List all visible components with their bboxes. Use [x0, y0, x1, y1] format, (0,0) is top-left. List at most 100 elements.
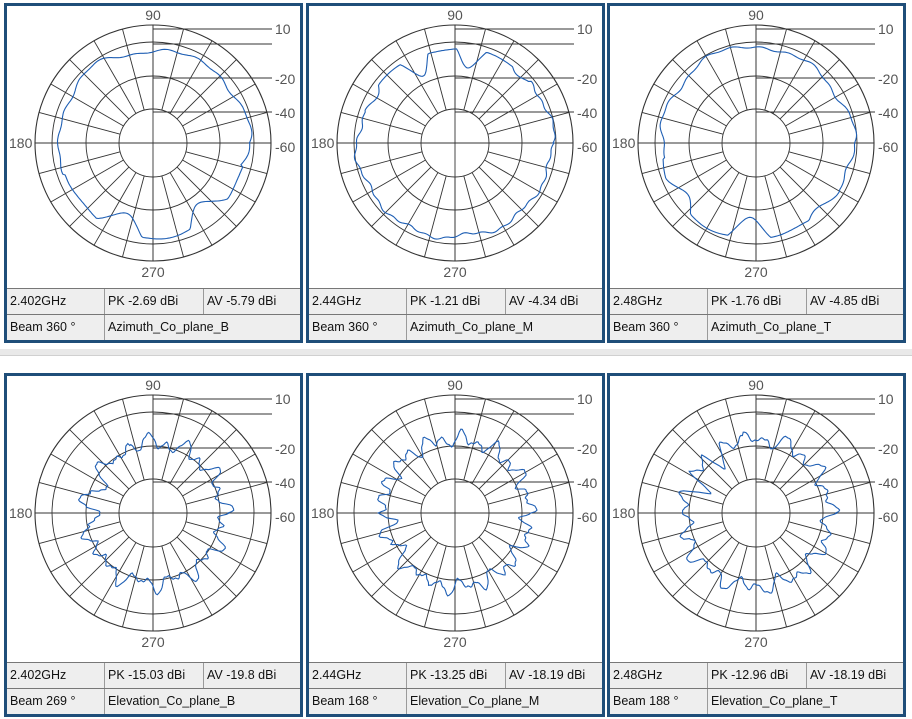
polar-plot: 10 -20 -40 -60 90 180 270 [309, 6, 602, 288]
polar-panel-azimuth-m: 10 -20 -40 -60 90 180 270 2.44GHz PK -1.21 dBi A… [306, 3, 605, 343]
grid-spoke [764, 398, 787, 481]
polar-plot: 10 -20 -40 -60 90 180 270 [610, 6, 903, 288]
info-table: 2.402GHz PK -2.69 dBi AV -5.79 dBi Beam 36… [7, 288, 300, 340]
grid-spoke [93, 172, 137, 246]
angle-label-180: 180 [9, 135, 33, 151]
grid-spoke [672, 536, 733, 597]
grid-spoke [487, 151, 570, 174]
grid-spoke [772, 172, 816, 246]
radial-label: -60 [878, 139, 898, 155]
angle-label-90: 90 [447, 377, 463, 393]
polar-plot: 10 -20 -40 -60 90 180 270 [7, 6, 300, 288]
average-gain-cell: AV -4.34 dBi [506, 289, 602, 314]
average-gain-cell: AV -18.19 dBi [506, 663, 602, 688]
radial-label: -20 [878, 71, 898, 87]
grid-spoke [176, 166, 237, 227]
grid-spoke [788, 482, 871, 505]
grid-spoke [352, 83, 426, 127]
grid-spoke [69, 536, 130, 597]
grid-spoke [161, 545, 184, 628]
average-gain-cell: AV -18.19 dBi [807, 663, 903, 688]
grid-spoke [352, 529, 426, 573]
grid-spoke [672, 166, 733, 227]
radial-label: -20 [275, 71, 295, 87]
grid-spoke [772, 410, 816, 484]
angle-label-180: 180 [612, 505, 636, 521]
polar-plot: 10 -20 -40 -60 90 180 270 [610, 376, 903, 658]
grid-spoke [185, 521, 268, 544]
grid-spoke [161, 398, 184, 481]
polar-plot: 10 -20 -40 -60 90 180 270 [309, 376, 602, 658]
radial-label: -40 [878, 105, 898, 121]
peak-gain-cell: PK -13.25 dBi [407, 663, 506, 688]
grid-spoke [463, 28, 486, 111]
beam-cell: Beam 360 ° [7, 315, 105, 340]
grid-spoke [696, 410, 740, 484]
angle-label-90: 90 [748, 377, 764, 393]
radial-label: -20 [878, 441, 898, 457]
radial-label: -60 [577, 139, 597, 155]
angle-label-90: 90 [145, 377, 161, 393]
polar-chart-svg: 10 -20 -40 -60 90 180 270 [311, 377, 597, 650]
polar-panel-elevation-m: 10 -20 -40 -60 90 180 270 2.44GHz PK -13.25 dBi… [306, 373, 605, 717]
grid-spoke [641, 112, 724, 135]
grid-spoke [463, 175, 486, 258]
grid-spoke [169, 172, 213, 246]
grid-spoke [161, 28, 184, 111]
frequency-cell: 2.44GHz [309, 663, 407, 688]
grid-spoke [696, 172, 740, 246]
separator-line [0, 355, 912, 356]
grid-spoke [395, 172, 439, 246]
grid-spoke [395, 40, 439, 114]
plane-name-cell: Azimuth_Co_plane_B [105, 315, 300, 340]
radial-label: -40 [878, 475, 898, 491]
grid-spoke [395, 410, 439, 484]
grid-spoke [484, 83, 558, 127]
peak-gain-cell: PK -2.69 dBi [105, 289, 204, 314]
angle-label-270: 270 [744, 264, 768, 280]
grid-spoke [725, 28, 748, 111]
radial-label: -60 [577, 509, 597, 525]
radial-label: -40 [577, 105, 597, 121]
frequency-cell: 2.402GHz [7, 663, 105, 688]
polar-panel-azimuth-b: 10 -20 -40 -60 90 180 270 2.402GHz PK -2.69 dBi… [4, 3, 303, 343]
grid-spoke [340, 482, 423, 505]
polar-panel-elevation-b: 10 -20 -40 -60 90 180 270 2.402GHz PK -15.03 dB… [4, 373, 303, 717]
grid-spoke [764, 545, 787, 628]
info-table: 2.44GHz PK -13.25 dBi AV -18.19 dBi Beam 1… [309, 662, 602, 714]
grid-spoke [487, 112, 570, 135]
grid-spoke [371, 166, 432, 227]
frequency-cell: 2.48GHz [610, 663, 708, 688]
grid-spoke [50, 453, 124, 497]
angle-label-180: 180 [311, 135, 335, 151]
grid-spoke [725, 398, 748, 481]
grid-spoke [653, 453, 727, 497]
radial-label: -20 [577, 71, 597, 87]
polar-chart-svg: 10 -20 -40 -60 90 180 270 [9, 7, 295, 280]
grid-spoke [122, 175, 145, 258]
radial-label: 10 [878, 21, 894, 37]
grid-spoke [725, 545, 748, 628]
radial-label: -60 [878, 509, 898, 525]
plane-name-cell: Elevation_Co_plane_T [708, 689, 903, 714]
beam-cell: Beam 188 ° [610, 689, 708, 714]
radial-label: -60 [275, 509, 295, 525]
polar-chart-svg: 10 -20 -40 -60 90 180 270 [612, 7, 898, 280]
plane-name-cell: Azimuth_Co_plane_M [407, 315, 602, 340]
grid-spoke [785, 83, 859, 127]
radial-label: -60 [275, 139, 295, 155]
grid-spoke [764, 28, 787, 111]
grid-spoke [471, 542, 515, 616]
grid-spoke [424, 28, 447, 111]
peak-gain-cell: PK -1.21 dBi [407, 289, 506, 314]
grid-spoke [478, 59, 539, 120]
grid-spoke [93, 40, 137, 114]
grid-spoke [185, 482, 268, 505]
angle-label-90: 90 [145, 7, 161, 23]
radial-label: 10 [577, 21, 593, 37]
grid-spoke [93, 542, 137, 616]
radial-label: -20 [577, 441, 597, 457]
angle-label-270: 270 [744, 634, 768, 650]
info-table: 2.48GHz PK -1.76 dBi AV -4.85 dBi Beam 360… [610, 288, 903, 340]
radial-label: 10 [577, 391, 593, 407]
